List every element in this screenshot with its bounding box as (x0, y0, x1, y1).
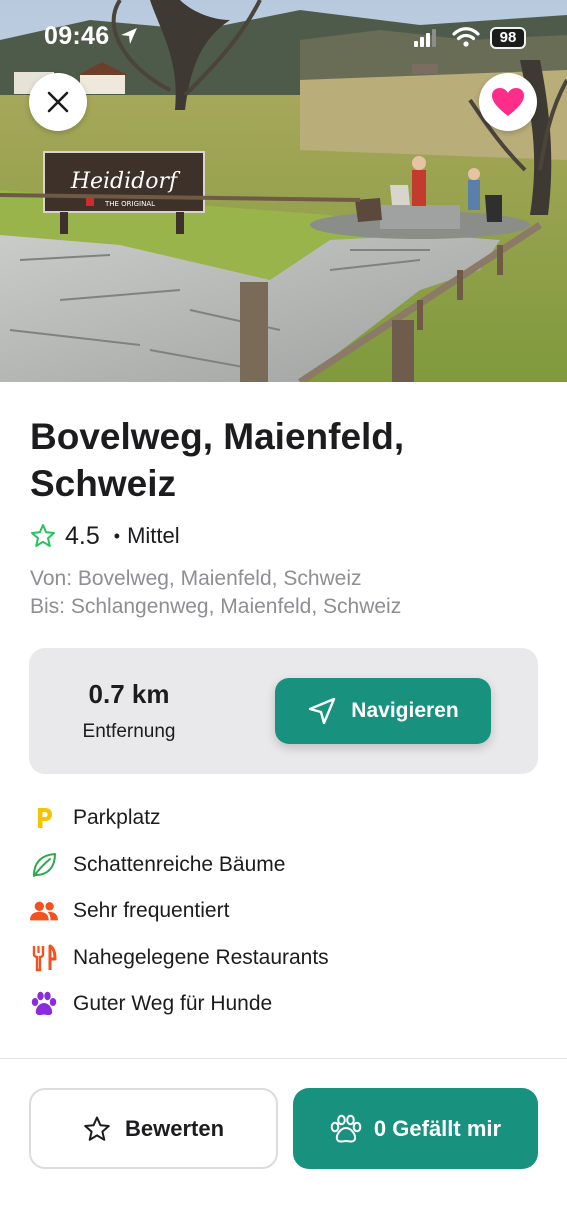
place-title: Bovelweg, Maienfeld, Schweiz (30, 416, 405, 504)
navigate-button[interactable]: Navigieren (275, 678, 491, 744)
route-from: Von: Bovelweg, Maienfeld, Schweiz (30, 567, 362, 590)
rating-row: 4.5 • Mittel (30, 520, 180, 552)
like-label: 0 Gefällt mir (373, 1115, 502, 1141)
status-time: 09:46 (44, 22, 110, 50)
sign-text: Heididorf (70, 169, 181, 194)
cellular-signal-icon (414, 29, 436, 47)
star-icon (84, 1116, 110, 1141)
close-button[interactable] (29, 73, 87, 131)
feature-label: Schattenreiche Bäume (73, 852, 286, 876)
feature-dog-friendly: Guter Weg für Hunde (30, 981, 329, 1028)
battery-indicator: 98 (490, 27, 526, 49)
feature-list: Parkplatz Schattenreiche Bäume Sehr freq… (30, 795, 329, 1028)
leaf-icon (30, 851, 58, 879)
location-arrow-icon (121, 28, 137, 44)
people-icon (30, 897, 58, 925)
hero-photo: Heididorf THE ORIGINAL 09:46 98 (0, 0, 567, 382)
like-button[interactable]: 0 Gefällt mir (293, 1088, 538, 1169)
feature-crowded: Sehr frequentiert (30, 888, 329, 935)
rating-value: 4.5 (65, 521, 100, 550)
rate-label: Bewerten (124, 1115, 225, 1141)
bottom-divider (0, 1058, 567, 1059)
route-to: Bis: Schlangenweg, Maienfeld, Schweiz (30, 595, 402, 618)
feature-label: Nahegelegene Restaurants (73, 945, 329, 969)
fork-knife-icon (30, 944, 58, 972)
navigate-label: Navigieren (351, 699, 459, 722)
feature-parking: Parkplatz (30, 795, 329, 842)
wifi-icon (452, 27, 480, 47)
feature-restaurants: Nahegelegene Restaurants (30, 935, 329, 982)
difficulty-label: Mittel (127, 523, 180, 548)
distance-value: 0.7 km (88, 679, 170, 709)
distance-label: Entfernung (82, 721, 176, 742)
star-outline-icon (31, 524, 55, 547)
feature-shade-trees: Schattenreiche Bäume (30, 842, 329, 889)
close-icon (47, 91, 69, 113)
paw-icon (30, 990, 58, 1018)
parking-icon (30, 804, 58, 832)
feature-label: Guter Weg für Hunde (73, 992, 273, 1016)
feature-label: Sehr frequentiert (73, 899, 230, 923)
feature-label: Parkplatz (73, 806, 161, 830)
status-bar: 09:46 98 (0, 0, 567, 70)
distance-card: 0.7 km Entfernung Navigieren (29, 648, 538, 774)
navigation-arrow-icon (309, 697, 336, 725)
separator-dot: • (113, 525, 121, 546)
route-info: Von: Bovelweg, Maienfeld, Schweiz Bis: S… (30, 565, 401, 621)
rate-button[interactable]: Bewerten (29, 1088, 278, 1169)
heart-icon (492, 88, 524, 116)
paw-outline-icon (330, 1114, 362, 1143)
favorite-button[interactable] (479, 73, 537, 131)
sign-subtext: THE ORIGINAL (104, 200, 155, 208)
